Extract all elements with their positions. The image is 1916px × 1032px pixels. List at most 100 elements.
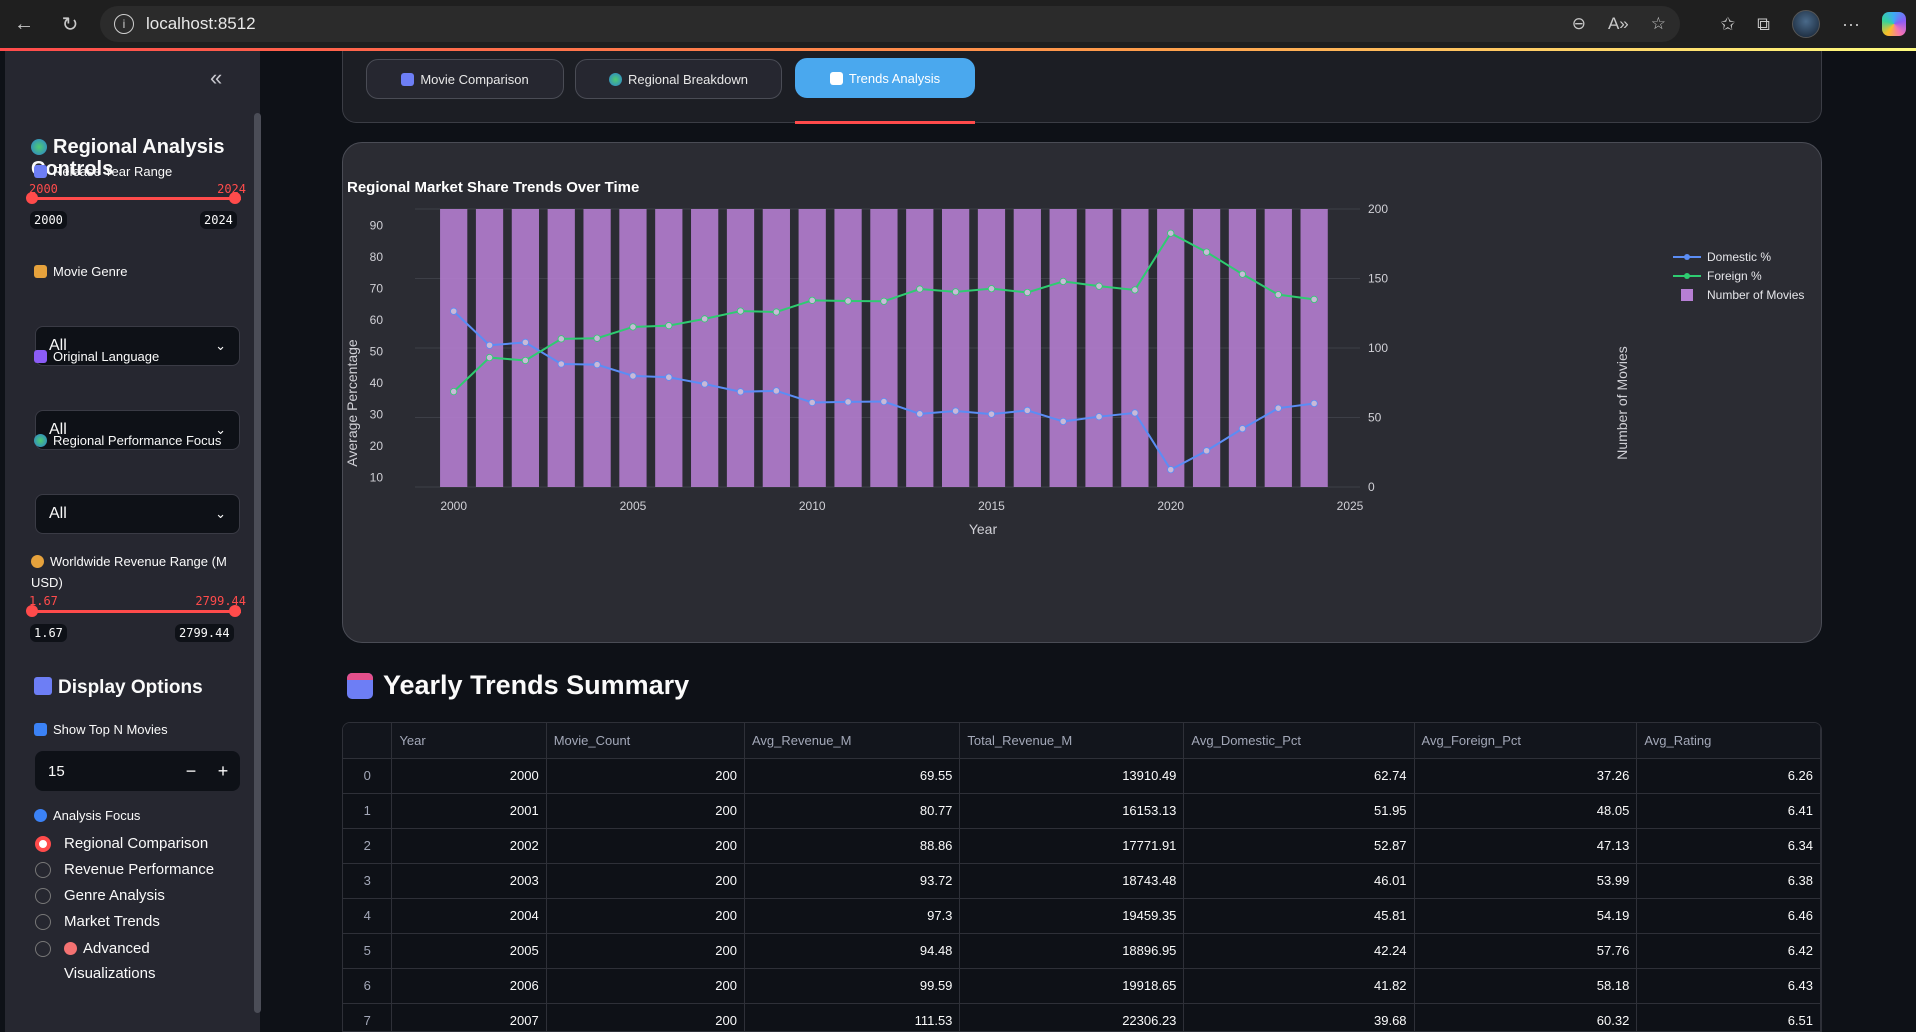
table-cell: 6.51	[1636, 1003, 1821, 1031]
table-cell: 200	[546, 933, 745, 969]
radio-unselected-icon[interactable]	[35, 913, 51, 930]
radio-selected-icon[interactable]	[35, 835, 51, 852]
tab-regional-breakdown[interactable]: Regional Breakdown	[575, 59, 782, 99]
column-header[interactable]: Avg_Rating	[1636, 723, 1821, 759]
series-point	[1274, 291, 1282, 299]
table-row[interactable]: 5 2005 200 94.48 18896.95 42.24 57.76 6.42	[343, 933, 1821, 969]
revenue-low-handle[interactable]	[26, 605, 38, 617]
profile-avatar[interactable]	[1792, 10, 1821, 38]
column-header[interactable]	[343, 723, 393, 759]
top-n-value[interactable]: 15	[48, 763, 65, 780]
revenue-high-handle[interactable]	[229, 605, 241, 617]
copilot-icon[interactable]	[1882, 12, 1906, 36]
y-tick-label: 20	[370, 439, 384, 453]
radio-unselected-icon[interactable]	[35, 887, 51, 904]
radio-market-trends[interactable]: Market Trends	[35, 913, 160, 930]
radio-unselected-icon[interactable]	[35, 941, 51, 957]
top-n-input[interactable]: 15 − +	[35, 751, 240, 791]
release-year-high-handle[interactable]	[229, 192, 241, 204]
series-point	[736, 388, 745, 396]
radio-advanced-visualizations[interactable]: Advanced Visualizations	[35, 939, 214, 986]
column-header[interactable]: Movie_Count	[546, 723, 745, 759]
table-cell: 53.99	[1414, 863, 1638, 899]
table-cell: 46.01	[1183, 863, 1415, 899]
column-header[interactable]: Avg_Foreign_Pct	[1414, 723, 1638, 759]
url-text[interactable]: localhost:8512	[146, 14, 256, 34]
radio-label: Genre Analysis	[64, 887, 165, 904]
release-year-label: Release Year Range	[34, 164, 172, 179]
table-cell: 6.26	[1636, 758, 1821, 794]
address-bar[interactable]: i localhost:8512 ⊖ A» ☆	[100, 6, 1680, 42]
increment-button[interactable]: +	[207, 751, 239, 791]
site-info-icon[interactable]: i	[114, 14, 134, 34]
regional-focus-select[interactable]: All ⌄	[35, 494, 240, 534]
series-point	[808, 296, 816, 304]
table-row[interactable]: 6 2006 200 99.59 19918.65 41.82 58.18 6.43	[343, 968, 1821, 1004]
series-point	[772, 308, 780, 316]
chevron-down-icon: ⌄	[215, 506, 226, 521]
chart-legend: Domestic % Foreign % Number of Movies	[1673, 250, 1804, 302]
read-aloud-icon[interactable]: A»	[1608, 14, 1629, 34]
table-cell: 200	[546, 758, 745, 794]
table-row[interactable]: 1 2001 200 80.77 16153.13 51.95 48.05 6.41	[343, 793, 1821, 829]
sidebar-scrollbar[interactable]	[254, 113, 261, 1013]
release-year-low-handle[interactable]	[26, 192, 38, 204]
trends-chart[interactable]: 10 20 30 40 50 60 70 80 90 0 50 100 150 200 2000 2005 20…	[343, 143, 1823, 644]
reload-icon[interactable]: ↻	[52, 6, 88, 42]
table-cell: 62.74	[1183, 758, 1415, 794]
decrement-button[interactable]: −	[175, 751, 207, 791]
series-point	[665, 322, 673, 330]
revenue-range-label-text: Worldwide Revenue Range (M USD)	[31, 554, 227, 590]
series-point	[557, 335, 565, 343]
column-header[interactable]: Total_Revenue_M	[959, 723, 1185, 759]
release-year-slider[interactable]	[35, 197, 241, 200]
table-header-row: Year Movie_Count Avg_Revenue_M Total_Revenu…	[343, 723, 1821, 759]
series-point	[1059, 277, 1067, 286]
table-row[interactable]: 0 2000 200 69.55 13910.49 62.74 37.26 6.26	[343, 758, 1821, 794]
series-point	[1238, 425, 1247, 433]
back-icon[interactable]: ←	[6, 6, 42, 42]
column-header[interactable]: Avg_Domestic_Pct	[1183, 723, 1415, 759]
table-cell: 19918.65	[959, 968, 1185, 1004]
row-index: 0	[343, 758, 393, 794]
radio-genre-analysis[interactable]: Genre Analysis	[35, 887, 165, 904]
collapse-sidebar-icon[interactable]: «	[210, 65, 222, 91]
table-row[interactable]: 2 2002 200 88.86 17771.91 52.87 47.13 6.34	[343, 828, 1821, 864]
series-point	[1202, 248, 1211, 256]
revenue-slider[interactable]	[35, 610, 241, 613]
top-n-label-text: Show Top N Movies	[53, 722, 168, 737]
table-row[interactable]: 3 2003 200 93.72 18743.48 46.01 53.99 6.38	[343, 863, 1821, 899]
table-cell: 200	[546, 968, 745, 1004]
zoom-icon[interactable]: ⊖	[1572, 14, 1586, 34]
analysis-focus-label-text: Analysis Focus	[53, 808, 141, 823]
bar-mark	[1300, 209, 1328, 487]
series-point	[844, 297, 852, 305]
tab-movie-comparison[interactable]: Movie Comparison	[366, 59, 564, 99]
tab-trends-analysis[interactable]: Trends Analysis	[795, 58, 975, 98]
summary-table[interactable]: Year Movie_Count Avg_Revenue_M Total_Revenu…	[342, 722, 1822, 1032]
radio-regional-comparison[interactable]: Regional Comparison	[35, 835, 208, 852]
bar-chart-icon	[34, 677, 52, 695]
tab-label: Movie Comparison	[420, 71, 529, 87]
y-tick-label: 70	[370, 281, 384, 295]
table-cell: 6.34	[1636, 828, 1821, 864]
radio-label-wrap: Advanced Visualizations	[64, 936, 214, 986]
bar-mark	[1013, 209, 1041, 487]
table-cell: 48.05	[1414, 793, 1638, 829]
globe-icon	[609, 72, 623, 86]
more-menu-icon[interactable]: ···	[1842, 14, 1860, 35]
row-index: 7	[343, 1003, 393, 1031]
column-header[interactable]: Year	[391, 723, 547, 759]
legend-label: Domestic %	[1707, 250, 1771, 264]
table-row[interactable]: 7 2007 200 111.53 22306.23 39.68 60.32 6.51	[343, 1003, 1821, 1031]
favorite-star-icon[interactable]: ☆	[1651, 14, 1666, 34]
favorites-icon[interactable]: ✩	[1720, 14, 1735, 35]
radio-unselected-icon[interactable]	[35, 861, 51, 878]
radio-revenue-performance[interactable]: Revenue Performance	[35, 861, 214, 878]
table-cell: 6.43	[1636, 968, 1821, 1004]
collections-icon[interactable]: ⧉	[1757, 14, 1770, 35]
globe-icon	[34, 434, 47, 447]
table-cell: 99.59	[744, 968, 961, 1004]
column-header[interactable]: Avg_Revenue_M	[744, 723, 961, 759]
table-row[interactable]: 4 2004 200 97.3 19459.35 45.81 54.19 6.46	[343, 898, 1821, 934]
